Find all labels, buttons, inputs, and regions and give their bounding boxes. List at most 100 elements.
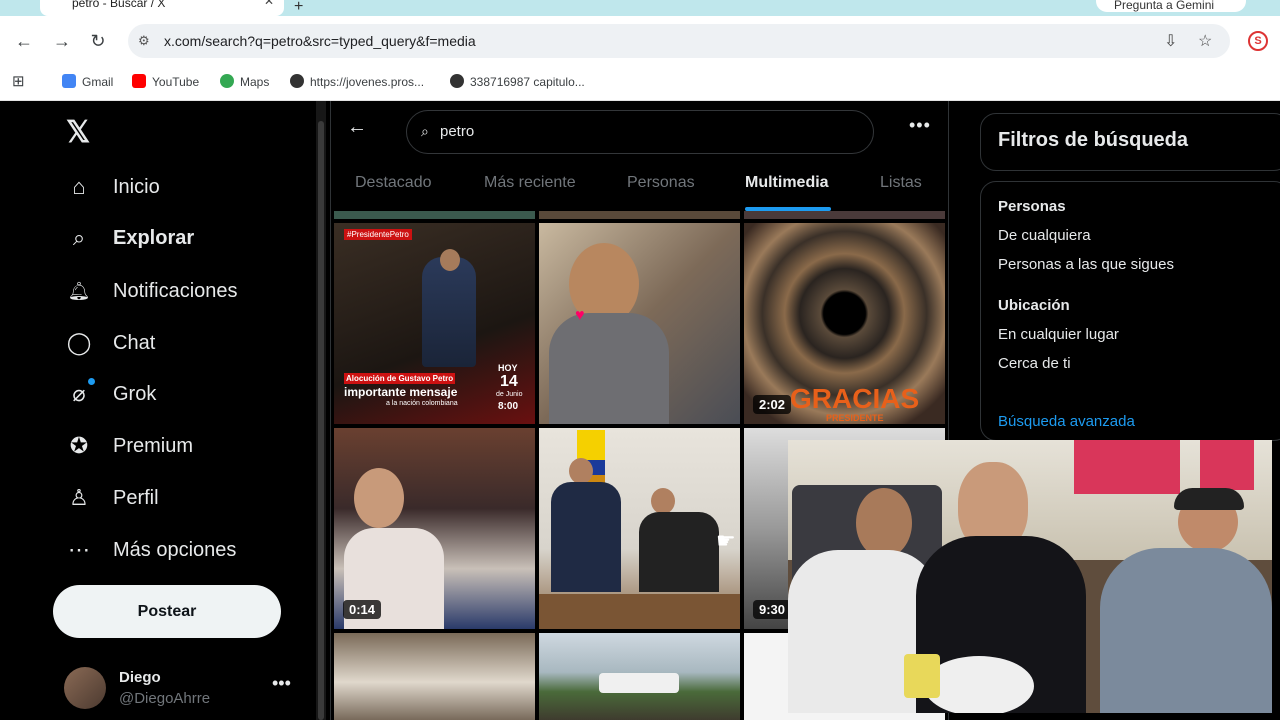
bookmark-maps[interactable]: Maps xyxy=(220,74,269,89)
jersey xyxy=(1200,440,1254,490)
sidebar-item-grok[interactable]: ⌀ Grok xyxy=(64,374,156,414)
site-info-icon[interactable]: ⚙ xyxy=(138,33,150,49)
person-figure xyxy=(639,512,719,592)
person-head xyxy=(651,488,675,514)
person-figure xyxy=(551,482,621,592)
filter-option-de-cualquiera[interactable]: De cualquiera xyxy=(998,227,1091,244)
person-figure xyxy=(422,257,476,367)
sidebar-item-perfil[interactable]: ♙ Perfil xyxy=(64,478,159,518)
bookmark-youtube[interactable]: YouTube xyxy=(132,74,199,89)
install-icon[interactable]: ⇩ xyxy=(1164,31,1177,51)
filter-option-cerca-de-ti[interactable]: Cerca de ti xyxy=(998,355,1071,372)
sidebar-item-label: Premium xyxy=(113,434,194,457)
media-thumbnail-crowd[interactable] xyxy=(334,633,535,720)
more-options-icon[interactable]: ••• xyxy=(909,115,931,136)
search-input[interactable]: ⌕ petro xyxy=(406,110,874,154)
person-head xyxy=(440,249,460,271)
address-bar[interactable]: ⚙ x.com/search?q=petro&src=typed_query&f… xyxy=(128,24,1230,58)
sidebar-item-notificaciones[interactable]: 🔔︎ Notificaciones xyxy=(64,271,238,311)
tab-multimedia[interactable]: Multimedia xyxy=(745,174,829,192)
tab-listas[interactable]: Listas xyxy=(880,174,922,192)
video-duration: 2:02 xyxy=(753,395,792,414)
chat-icon: ◯ xyxy=(66,330,92,355)
filter-option-cualquier-lugar[interactable]: En cualquier lugar xyxy=(998,326,1119,343)
filters-title: Filtros de búsqueda xyxy=(998,129,1189,151)
scrollbar-thumb[interactable] xyxy=(318,121,324,720)
advanced-search-link[interactable]: Búsqueda avanzada xyxy=(998,413,1135,430)
grok-icon: ⌀ xyxy=(72,381,86,406)
person-head xyxy=(569,458,593,484)
bookmarks-bar: ⊞ Gmail YouTube Maps https://jovenes.pro… xyxy=(0,66,1280,101)
sidebar-item-premium[interactable]: ✪ Premium xyxy=(64,426,193,466)
thumbnail-hashtag: #PresidentePetro xyxy=(344,229,412,240)
url-text[interactable]: x.com/search?q=petro&src=typed_query&f=m… xyxy=(164,33,476,49)
thumbnail-caption: a la nación colombiana xyxy=(386,400,458,407)
avatar xyxy=(64,667,106,709)
back-arrow-icon[interactable]: ← xyxy=(347,116,367,139)
close-tab-icon[interactable]: ✕ xyxy=(264,0,274,8)
jersey xyxy=(1074,440,1128,494)
new-tab-button[interactable]: + xyxy=(294,0,303,16)
media-thumbnail[interactable] xyxy=(334,211,535,219)
sidebar-item-label: Más opciones xyxy=(113,538,237,561)
sidebar-item-label: Perfil xyxy=(113,486,159,509)
browser-tab[interactable]: petro - Buscar / X ✕ xyxy=(40,0,284,16)
sidebar-item-label: Chat xyxy=(113,331,156,354)
sidebar-item-inicio[interactable]: ⌂ Inicio xyxy=(64,167,160,207)
media-thumbnail-rally[interactable]: 0:14 xyxy=(334,428,535,629)
tab-mas-reciente[interactable]: Más reciente xyxy=(484,174,576,192)
maps-icon xyxy=(220,74,234,88)
video-duration: 0:14 xyxy=(343,600,382,619)
notification-dot xyxy=(88,378,95,385)
thumbnail-caption: importante mensaje xyxy=(344,385,458,399)
bookmark-star-icon[interactable]: ☆ xyxy=(1198,31,1212,51)
person-icon: ♙ xyxy=(69,485,89,510)
back-icon[interactable]: ← xyxy=(12,30,36,52)
globe-icon xyxy=(290,74,304,88)
sidebar-item-mas-opciones[interactable]: ⋯ Más opciones xyxy=(64,530,236,570)
apps-grid-icon[interactable]: ⊞ xyxy=(12,72,25,90)
person-head xyxy=(354,468,404,528)
filter-option-personas-que-sigues[interactable]: Personas a las que sigues xyxy=(998,256,1174,273)
thumbnail-caption: de Junio xyxy=(496,391,523,398)
media-thumbnail-heart[interactable]: ♥ xyxy=(539,223,740,424)
person-figure xyxy=(549,313,669,424)
search-query[interactable]: petro xyxy=(440,123,474,140)
heart-icon: ♥ xyxy=(575,307,585,324)
extension-icon[interactable]: S xyxy=(1248,31,1268,51)
media-thumbnail-event[interactable] xyxy=(539,633,740,720)
more-icon[interactable]: ••• xyxy=(272,673,291,694)
bookmark-gmail[interactable]: Gmail xyxy=(62,74,113,89)
premium-icon: ✪ xyxy=(69,433,89,458)
forward-icon[interactable]: → xyxy=(50,30,74,52)
browser-toolbar: ← → ↻ ⚙ x.com/search?q=petro&src=typed_q… xyxy=(0,16,1280,66)
globe-icon xyxy=(450,74,464,88)
sidebar-item-chat[interactable]: ◯ Chat xyxy=(64,323,156,363)
profile-handle: @DiegoAhrre xyxy=(119,690,211,707)
media-thumbnail-signing[interactable] xyxy=(539,428,740,629)
media-thumbnail-gracias[interactable]: GRACIAS PRESIDENTE 2:02 xyxy=(744,223,945,424)
tent xyxy=(599,673,679,693)
tab-destacado[interactable]: Destacado xyxy=(355,174,432,192)
cup xyxy=(904,654,940,698)
filters-header: Filtros de búsqueda xyxy=(980,113,1280,171)
x-logo-icon[interactable]: 𝕏 xyxy=(66,115,90,150)
reload-icon[interactable]: ↻ xyxy=(86,30,110,52)
bookmark-jovenes[interactable]: https://jovenes.pros... xyxy=(290,74,424,89)
gemini-button[interactable]: Pregunta a Gemini xyxy=(1096,0,1246,12)
bookmark-capitulo[interactable]: 338716987 capitulo... xyxy=(450,74,585,89)
media-thumbnail[interactable] xyxy=(744,211,945,219)
sidebar-item-label: Explorar xyxy=(113,226,195,249)
thumbnail-caption: 14 xyxy=(500,373,518,390)
sidebar-item-label: Inicio xyxy=(113,175,160,198)
sidebar-item-explorar[interactable]: ⌕ Explorar xyxy=(64,218,194,258)
post-button[interactable]: Postear xyxy=(53,585,281,638)
thumbnail-caption: Alocución de Gustavo Petro xyxy=(344,373,456,384)
thumbnail-caption: 8:00 xyxy=(498,401,519,412)
media-thumbnail[interactable] xyxy=(539,211,740,219)
browser-tab-strip: petro - Buscar / X ✕ + Pregunta a Gemini xyxy=(0,0,1280,16)
media-thumbnail-alocucion[interactable]: #PresidentePetro Alocución de Gustavo Pe… xyxy=(334,223,535,424)
tab-personas[interactable]: Personas xyxy=(627,174,695,192)
account-switcher[interactable]: Diego @DiegoAhrre ••• xyxy=(64,667,304,711)
home-icon: ⌂ xyxy=(72,174,86,199)
